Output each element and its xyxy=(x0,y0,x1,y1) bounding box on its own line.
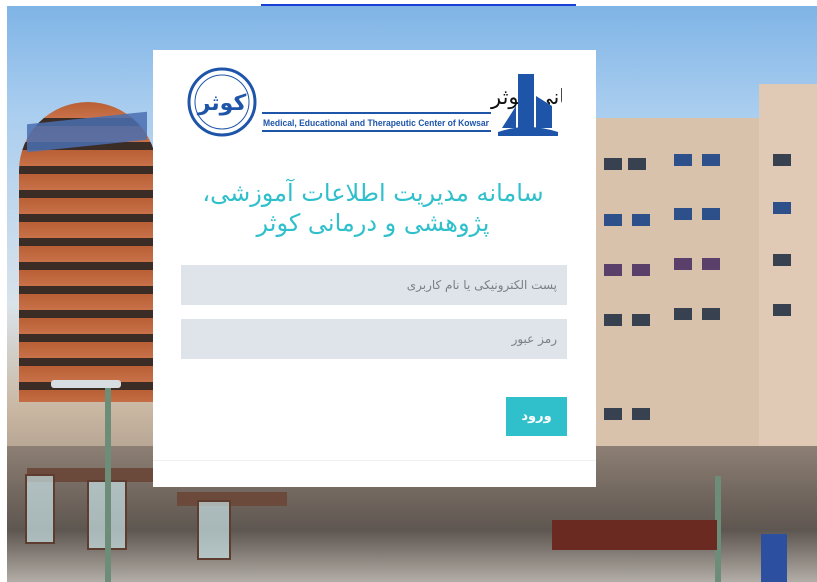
street-lamp xyxy=(105,386,111,582)
kowsar-logo: کوثر مرکز پزشکی، آموزشی و درمانی کوثر Me… xyxy=(187,67,562,137)
vehicle xyxy=(761,534,787,582)
login-title-line1: سامانه مدیریت اطلاعات آموزشی، xyxy=(202,179,544,207)
login-title: سامانه مدیریت اطلاعات آموزشی، پژوهشی و د… xyxy=(163,178,583,238)
hospital-building-side xyxy=(759,84,817,484)
login-card-footer xyxy=(153,460,596,487)
svg-text:کوثر: کوثر xyxy=(197,91,247,116)
login-button[interactable]: ورود xyxy=(506,397,567,436)
password-input[interactable] xyxy=(181,319,567,359)
username-input[interactable] xyxy=(181,265,567,305)
login-title-line2: پژوهشی و درمانی کوثر xyxy=(256,209,490,237)
svg-text:Medical, Educational and Thera: Medical, Educational and Therapeutic Cen… xyxy=(263,118,489,128)
red-sign xyxy=(552,520,717,550)
hospital-building xyxy=(592,118,782,480)
